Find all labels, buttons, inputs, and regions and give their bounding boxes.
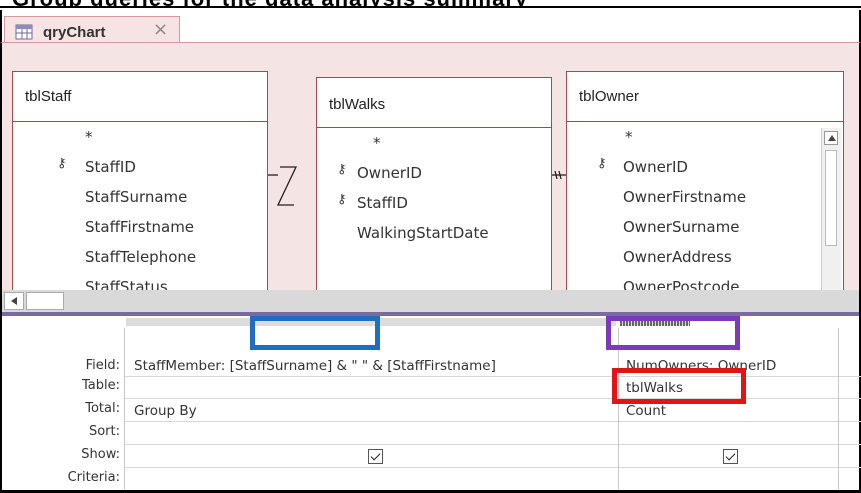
horizontal-scrollbar[interactable] xyxy=(0,290,861,312)
scroll-left-icon[interactable] xyxy=(4,292,24,310)
table-pane: tblStaff * ⚷ StaffID StaffSurname StaffF… xyxy=(0,42,861,290)
grid-column-divider xyxy=(618,328,619,493)
row-label-sort: Sort: xyxy=(88,424,120,439)
highlight-box-blue xyxy=(250,316,380,350)
grid-column-divider xyxy=(838,328,839,493)
row-label-show: Show: xyxy=(81,447,120,462)
row-label-total: Total: xyxy=(85,401,120,416)
grid-row-divider xyxy=(124,398,861,399)
scroll-thumb[interactable] xyxy=(26,292,64,310)
row-label-criteria: Criteria: xyxy=(67,470,120,485)
document-tab-strip: qryChart × xyxy=(0,10,861,52)
row-label-table: Table: xyxy=(82,378,120,393)
staff-walks-join-line xyxy=(268,166,298,206)
highlight-box-red xyxy=(612,368,746,404)
column-selector-row xyxy=(124,316,861,328)
owner-walks-join-line xyxy=(552,170,566,180)
instruction-banner: Group queries for the data analysis summ… xyxy=(0,0,861,8)
row-label-field: Field: xyxy=(85,358,120,373)
grid-row-divider xyxy=(124,376,861,377)
show-checkbox[interactable] xyxy=(368,449,383,464)
grid-row-divider xyxy=(124,421,861,422)
close-icon[interactable]: × xyxy=(153,20,168,40)
field-cell[interactable]: StaffMember: [StaffSurname] & " " & [Sta… xyxy=(134,358,496,374)
tab-title: qryChart xyxy=(43,24,106,41)
total-cell[interactable]: Count xyxy=(626,403,666,419)
grid-row-divider xyxy=(124,444,861,445)
banner-text: Group queries for the data analysis summ… xyxy=(12,0,528,6)
highlight-box-purple xyxy=(606,316,740,350)
grid-row-divider xyxy=(124,467,861,468)
relationship-lines xyxy=(268,166,566,206)
grid-column-divider xyxy=(124,328,125,493)
total-cell[interactable]: Group By xyxy=(134,403,197,419)
show-checkbox[interactable] xyxy=(723,449,738,464)
query-icon xyxy=(15,24,33,40)
